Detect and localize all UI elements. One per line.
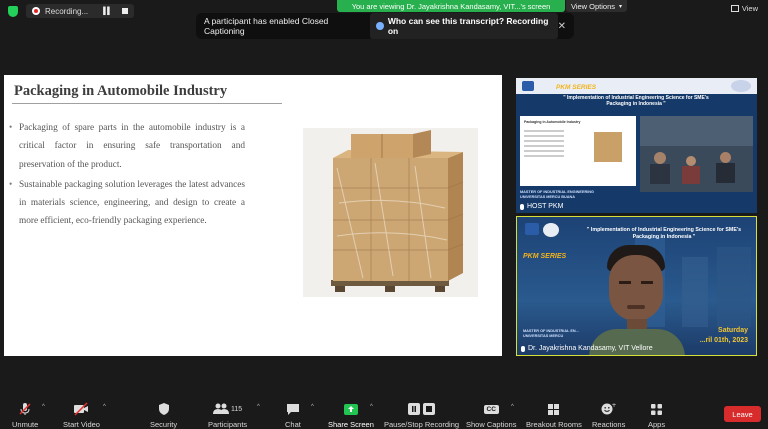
- speaker-name-label: Dr. Jayakrishna Kandasamy, VIT Vellore: [528, 345, 653, 352]
- captions-chevron-icon[interactable]: ^: [511, 404, 514, 410]
- shared-screen: Packaging in Automobile Industry Packagi…: [4, 75, 502, 356]
- show-captions-label: Show Captions: [466, 420, 517, 429]
- slide-title: Packaging in Automobile Industry: [14, 83, 228, 99]
- encryption-shield-icon[interactable]: [8, 5, 18, 17]
- host-name-tag: HOST PKM: [520, 203, 563, 210]
- participants-button[interactable]: 115 Participants: [208, 402, 247, 429]
- chat-button[interactable]: Chat: [285, 402, 301, 429]
- audio-options-chevron-icon[interactable]: ^: [42, 404, 45, 410]
- transcript-info-link[interactable]: Who can see this transcript? Recording o…: [370, 13, 558, 39]
- host-tile-subtitle: " Implementation of Industrial Engineeri…: [563, 95, 709, 107]
- meeting-toolbar: Unmute ^ Start Video ^ Security 115 Part…: [0, 396, 768, 429]
- event-day: Saturday: [718, 327, 748, 334]
- start-video-button[interactable]: Start Video: [63, 402, 100, 429]
- caption-notification: A participant has enabled Closed Caption…: [196, 13, 574, 39]
- participants-icon: [213, 403, 229, 414]
- svg-text:+: +: [612, 402, 617, 409]
- packaging-pallet-image: [303, 128, 478, 297]
- speaker-tile-subtitle: " Implementation of Industrial Engineeri…: [586, 227, 742, 240]
- security-button[interactable]: Security: [150, 402, 177, 429]
- mic-icon: [520, 203, 524, 210]
- mini-slide: Packaging in Automobile Industry: [520, 116, 636, 186]
- leave-button[interactable]: Leave: [724, 406, 761, 422]
- participants-chevron-icon[interactable]: ^: [257, 404, 260, 410]
- title-divider: [12, 103, 282, 104]
- participants-count: 115: [231, 405, 243, 413]
- speaker-camera-feed: [589, 243, 685, 355]
- recording-dot-icon: [32, 7, 40, 15]
- show-captions-button[interactable]: CC Show Captions: [466, 402, 516, 429]
- closed-captions-icon: CC: [483, 402, 499, 416]
- close-icon[interactable]: ✕: [558, 21, 566, 32]
- security-label: Security: [150, 420, 178, 429]
- share-screen-label: Share Screen: [328, 420, 374, 429]
- share-options-chevron-icon[interactable]: ^: [370, 404, 373, 410]
- transcript-info-label: Who can see this transcript? Recording o…: [387, 16, 549, 36]
- partner-logo-icon: [543, 223, 559, 237]
- chat-chevron-icon[interactable]: ^: [311, 404, 314, 410]
- event-date: ...ril 01th, 2023: [699, 337, 748, 344]
- reactions-button[interactable]: + Reactions: [592, 402, 625, 429]
- unmute-button[interactable]: Unmute: [12, 402, 38, 429]
- pause-stop-recording-button[interactable]: Pause/Stop Recording: [384, 402, 459, 429]
- university-logo-icon: [525, 223, 539, 235]
- shield-icon: [158, 402, 170, 416]
- mic-muted-icon: [18, 402, 32, 416]
- recording-indicator-group: Recording... ▌▌: [8, 4, 135, 18]
- view-button[interactable]: View: [730, 4, 758, 13]
- breakout-rooms-label: Breakout Rooms: [526, 420, 582, 429]
- pkm-series-label: PKM SERIES: [523, 253, 567, 260]
- pause-stop-icon: [407, 402, 437, 416]
- recording-label: Recording...: [45, 6, 89, 16]
- grid-view-icon: [730, 5, 739, 12]
- apps-button[interactable]: Apps: [648, 402, 665, 429]
- unmute-label: Unmute: [12, 420, 39, 429]
- bullet-item: Packaging of spare parts in the automobi…: [9, 119, 245, 174]
- speaker-video-tile[interactable]: " Implementation of Industrial Engineeri…: [516, 216, 757, 356]
- mic-icon: [521, 345, 525, 352]
- slide-bullets: Packaging of spare parts in the automobi…: [9, 119, 245, 233]
- breakout-rooms-icon: [547, 402, 560, 416]
- chat-label: Chat: [285, 420, 301, 429]
- cc-badge: CC: [483, 404, 499, 414]
- video-off-icon: [73, 402, 89, 416]
- start-video-label: Start Video: [63, 420, 100, 429]
- view-options-button[interactable]: View Options ▾: [566, 0, 627, 12]
- bullet-item: Sustainable packaging solution leverages…: [9, 176, 245, 231]
- mini-slide-title: Packaging in Automobile Industry: [524, 120, 581, 124]
- speaker-name-tag: Dr. Jayakrishna Kandasamy, VIT Vellore: [521, 345, 653, 352]
- recording-pill: Recording... ▌▌: [26, 4, 135, 18]
- smiley-plus-icon: +: [601, 402, 616, 416]
- share-screen-button[interactable]: Share Screen: [328, 402, 374, 429]
- share-screen-icon: [343, 402, 359, 416]
- host-video-tile[interactable]: PKM SERIES " Implementation of Industria…: [516, 78, 757, 213]
- video-options-chevron-icon[interactable]: ^: [103, 404, 106, 410]
- pkm-series-label: PKM SERIES: [556, 84, 597, 91]
- stop-recording-icon[interactable]: [122, 8, 129, 14]
- screen-share-banner: You are viewing Dr. Jayakrishna Kandasam…: [337, 0, 565, 12]
- pause-recording-icon[interactable]: ▌▌: [103, 8, 112, 15]
- view-options-label: View Options: [570, 1, 616, 11]
- reactions-label: Reactions: [592, 420, 626, 429]
- room-camera-feed: [640, 116, 753, 192]
- participants-label: Participants: [208, 420, 248, 429]
- breakout-rooms-button[interactable]: Breakout Rooms: [526, 402, 582, 429]
- apps-grid-icon: [650, 402, 663, 416]
- apps-label: Apps: [648, 420, 666, 429]
- view-label: View: [741, 4, 758, 13]
- pause-stop-recording-label: Pause/Stop Recording: [384, 420, 460, 429]
- chevron-down-icon: ▾: [619, 3, 623, 10]
- notification-message: A participant has enabled Closed Caption…: [204, 16, 329, 36]
- university-logo-icon: [522, 81, 534, 91]
- partner-logo-icon: [731, 80, 751, 92]
- chat-bubble-icon: [286, 402, 300, 416]
- person-icon: [376, 22, 384, 30]
- host-name-label: HOST PKM: [527, 203, 564, 210]
